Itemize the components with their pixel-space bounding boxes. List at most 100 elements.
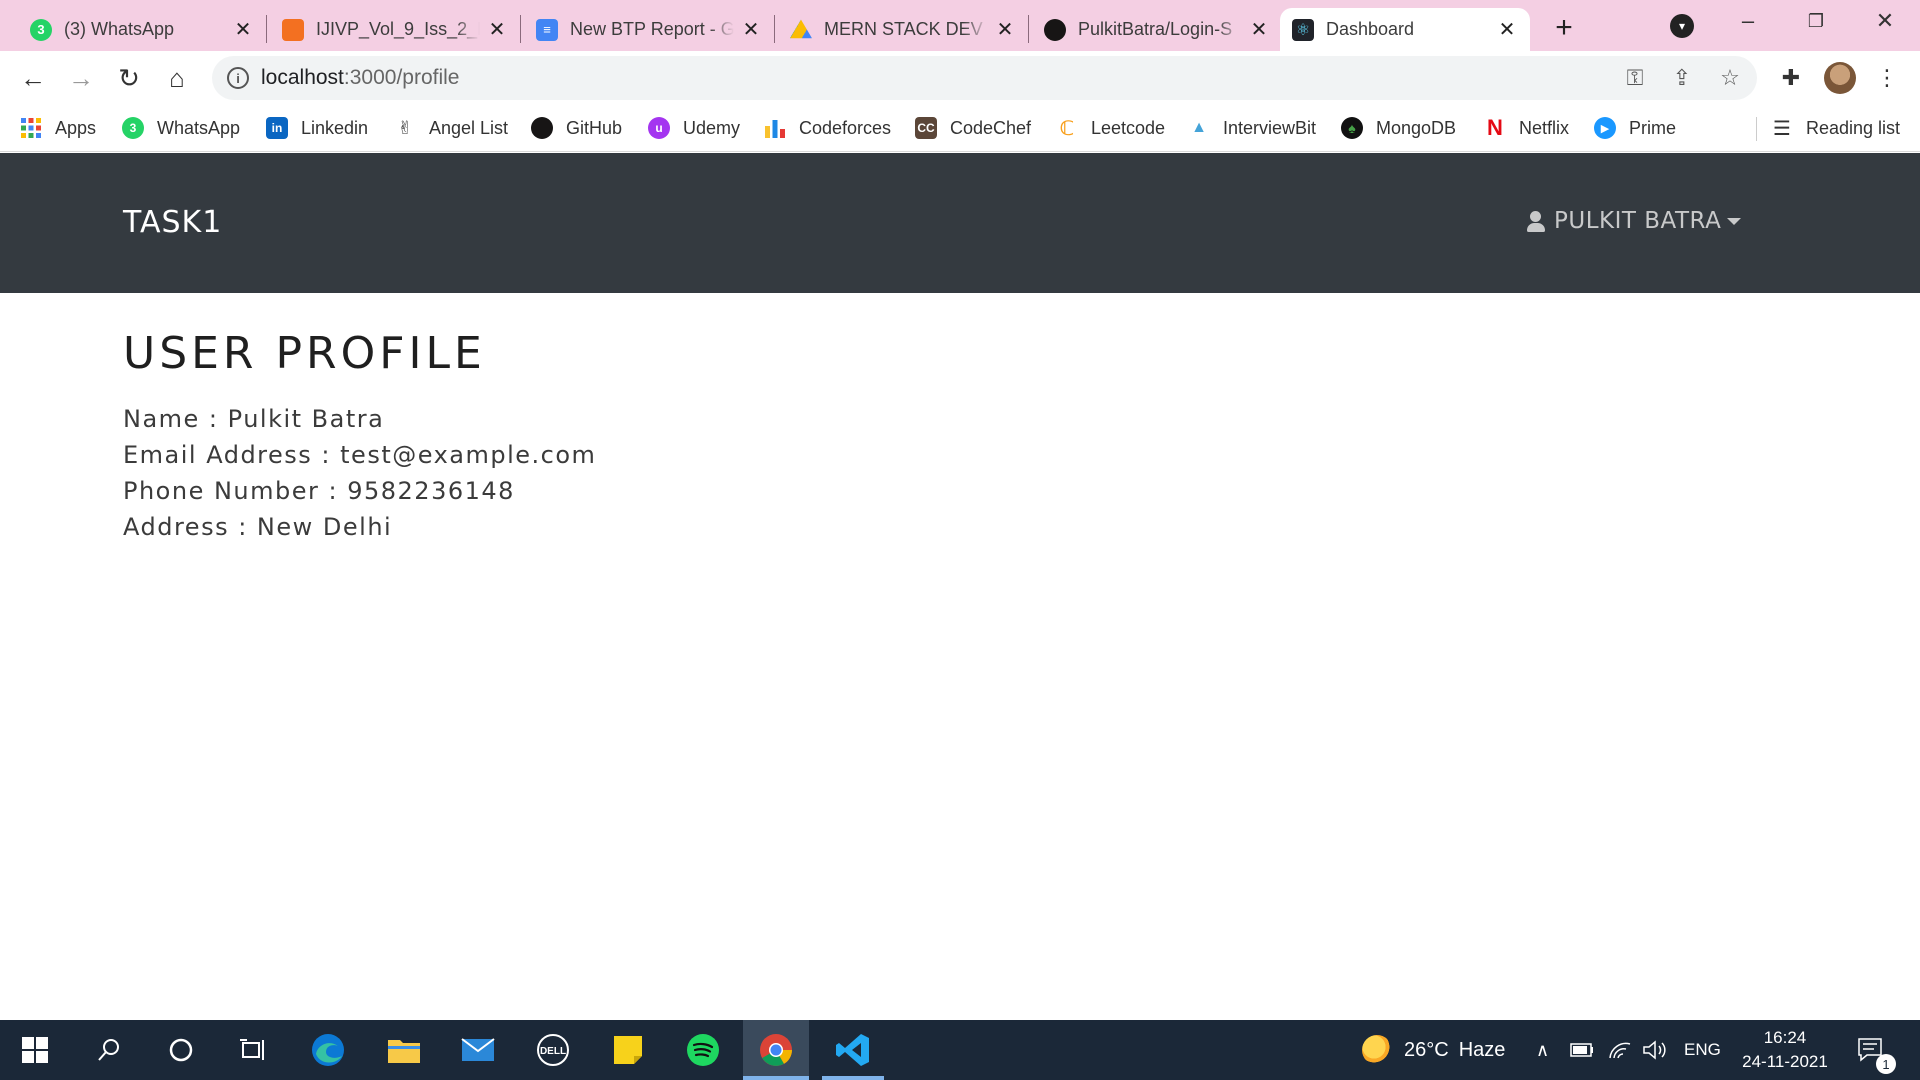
svg-text:DELL: DELL <box>540 1046 566 1057</box>
url-text[interactable]: localhost:3000/profile <box>261 66 459 90</box>
restore-icon[interactable]: ❐ <box>1796 6 1836 36</box>
vscode-icon[interactable] <box>833 1030 873 1070</box>
tab-btp-report[interactable]: ≡ New BTP Report - G ✕ <box>524 8 774 51</box>
file-explorer-icon[interactable] <box>384 1030 424 1070</box>
whatsapp-icon: 3 <box>122 117 144 139</box>
spotify-icon[interactable] <box>683 1030 723 1070</box>
profile-avatar[interactable] <box>1824 62 1856 94</box>
sticky-notes-icon[interactable] <box>608 1030 648 1070</box>
bookmark-mongodb[interactable]: ♠ MongoDB <box>1341 113 1456 143</box>
profile-email: Email Address : test@example.com <box>123 441 597 469</box>
tab-github-repo[interactable]: PulkitBatra/Login-S ✕ <box>1032 8 1282 51</box>
bookmarks-divider <box>1756 117 1757 141</box>
bookmark-label: InterviewBit <box>1223 117 1317 138</box>
forward-icon[interactable]: → <box>66 63 96 93</box>
close-icon[interactable]: ✕ <box>1496 19 1518 41</box>
cortana-icon[interactable] <box>161 1030 201 1070</box>
bookmark-label: GitHub <box>566 117 623 138</box>
bookmark-interviewbit[interactable]: ▲ InterviewBit <box>1188 113 1316 143</box>
address-bar[interactable]: i localhost:3000/profile ⚿ ⇪ ☆ <box>212 56 1757 100</box>
extensions-icon[interactable]: ✚ <box>1776 63 1806 93</box>
task-view-icon[interactable] <box>233 1030 273 1070</box>
weather-description: Haze <box>1458 1038 1506 1061</box>
bookmark-whatsapp[interactable]: 3 WhatsApp <box>122 113 240 143</box>
close-icon[interactable]: ✕ <box>740 19 762 41</box>
leetcode-icon: ℂ <box>1059 117 1075 140</box>
user-name: PULKIT BATRA <box>1554 208 1722 234</box>
site-info-icon[interactable]: i <box>227 67 249 89</box>
weather-sun-icon <box>1362 1035 1392 1065</box>
linkedin-icon: in <box>266 117 288 139</box>
tab-mern-stack[interactable]: MERN STACK DEV - ✕ <box>778 8 1028 51</box>
close-icon[interactable]: ✕ <box>232 19 254 41</box>
bookmark-label: Apps <box>55 117 97 138</box>
back-icon[interactable]: ← <box>18 63 48 93</box>
prime-video-icon: ▶ <box>1594 117 1616 139</box>
chrome-taskbar-underline <box>743 1076 809 1080</box>
tab-search-icon[interactable]: ▾ <box>1670 14 1694 38</box>
dell-icon[interactable]: DELL <box>533 1030 573 1070</box>
bookmark-udemy[interactable]: u Udemy <box>648 113 740 143</box>
menu-icon[interactable]: ⋮ <box>1872 63 1902 93</box>
windows-start-icon[interactable] <box>15 1030 55 1070</box>
angellist-icon: ✌ <box>397 117 413 138</box>
google-drive-icon <box>790 19 812 39</box>
close-icon[interactable]: ✕ <box>486 19 508 41</box>
react-icon: ⚛ <box>1292 18 1314 41</box>
notifications-button[interactable]: 1 <box>1856 1020 1896 1080</box>
reading-list-button[interactable]: ☰ Reading list <box>1771 113 1900 143</box>
bookmark-star-icon[interactable]: ☆ <box>1717 65 1743 91</box>
tab-separator <box>266 15 267 43</box>
notification-count-badge: 1 <box>1876 1054 1896 1074</box>
bookmark-label: Udemy <box>683 117 741 138</box>
bookmark-netflix[interactable]: N Netflix <box>1484 113 1569 143</box>
search-icon[interactable] <box>89 1030 129 1070</box>
url-path: :3000/profile <box>343 66 460 89</box>
bookmark-label: Angel List <box>429 117 509 138</box>
weather-widget[interactable]: 26°C Haze <box>1362 1020 1505 1080</box>
share-icon[interactable]: ⇪ <box>1669 65 1695 91</box>
bookmark-angel-list[interactable]: ✌ Angel List <box>394 113 508 143</box>
battery-icon[interactable] <box>1570 1020 1594 1080</box>
github-icon <box>531 117 553 139</box>
app-navbar: TASK1 PULKIT BATRA <box>0 153 1920 293</box>
mongodb-icon: ♠ <box>1341 117 1363 139</box>
tab-whatsapp[interactable]: 3 (3) WhatsApp ✕ <box>18 8 266 51</box>
bookmark-apps[interactable]: Apps <box>20 113 96 143</box>
show-hidden-icons[interactable]: ∧ <box>1536 1020 1549 1080</box>
volume-icon[interactable] <box>1642 1020 1668 1080</box>
bookmark-label: Leetcode <box>1091 117 1166 138</box>
bookmark-codeforces[interactable]: Codeforces <box>764 113 891 143</box>
clock[interactable]: 16:24 24-11-2021 <box>1730 1026 1840 1074</box>
mail-icon[interactable] <box>458 1030 498 1070</box>
google-docs-icon: ≡ <box>536 18 558 41</box>
close-window-icon[interactable]: ✕ <box>1865 6 1905 36</box>
github-icon <box>1044 18 1066 41</box>
tab-pdf[interactable]: IJIVP_Vol_9_Iss_2_Pa ✕ <box>270 8 520 51</box>
key-icon[interactable]: ⚿ <box>1622 65 1648 91</box>
bookmark-github[interactable]: GitHub <box>531 113 622 143</box>
new-tab-button[interactable]: + <box>1548 11 1580 44</box>
minimize-icon[interactable]: – <box>1728 6 1768 36</box>
user-dropdown[interactable]: PULKIT BATRA <box>1526 208 1742 234</box>
home-icon[interactable]: ⌂ <box>162 63 192 93</box>
close-icon[interactable]: ✕ <box>994 19 1016 41</box>
bookmark-prime[interactable]: ▶ Prime <box>1594 113 1676 143</box>
tab-separator <box>774 15 775 43</box>
app-brand[interactable]: TASK1 <box>123 205 222 240</box>
profile-address: Address : New Delhi <box>123 513 393 541</box>
bookmark-label: CodeChef <box>950 117 1032 138</box>
bookmark-label: Codeforces <box>799 117 892 138</box>
wifi-icon[interactable] <box>1608 1020 1632 1080</box>
language-indicator[interactable]: ENG <box>1684 1020 1721 1080</box>
close-icon[interactable]: ✕ <box>1248 19 1270 41</box>
bookmark-leetcode[interactable]: ℂ Leetcode <box>1056 113 1165 143</box>
chrome-icon[interactable] <box>756 1030 796 1070</box>
reload-icon[interactable]: ↻ <box>114 63 144 93</box>
edge-icon[interactable] <box>308 1030 348 1070</box>
bookmarks-bar: Apps 3 WhatsApp in Linkedin ✌ Angel List… <box>0 105 1920 152</box>
bookmark-linkedin[interactable]: in Linkedin <box>266 113 368 143</box>
bookmark-codechef[interactable]: CC CodeChef <box>915 113 1031 143</box>
udemy-icon: u <box>648 117 670 139</box>
tab-dashboard[interactable]: ⚛ Dashboard ✕ <box>1280 8 1530 51</box>
